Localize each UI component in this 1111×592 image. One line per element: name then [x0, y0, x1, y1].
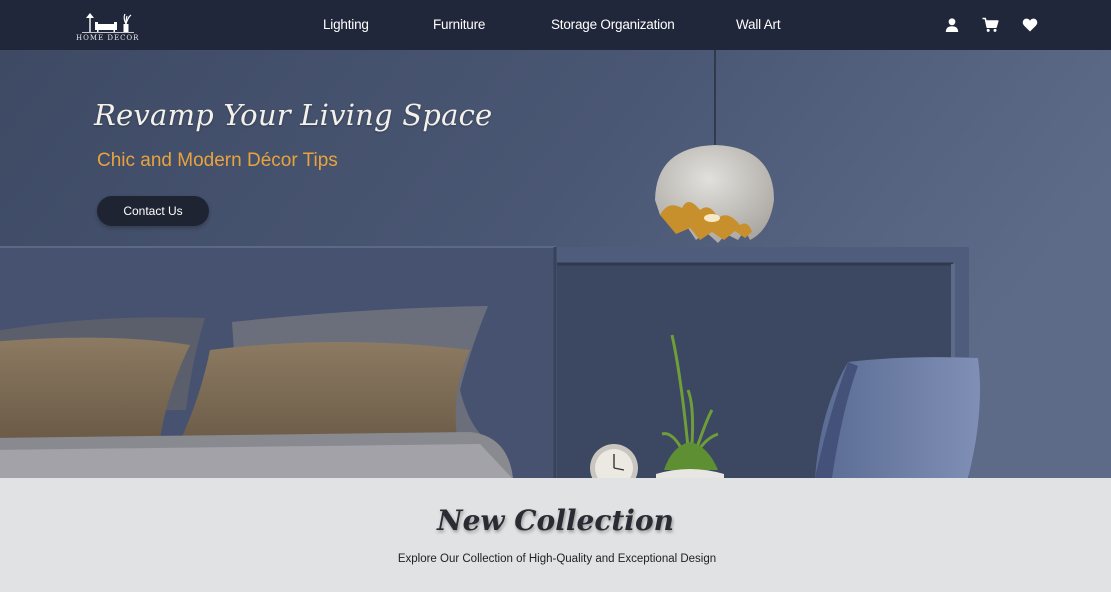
nav-link-storage-organization[interactable]: Storage Organization: [551, 17, 675, 32]
logo-text: HOME DECOR: [76, 34, 140, 42]
hero-subtitle: Chic and Modern Décor Tips: [97, 150, 338, 171]
nav-link-lighting[interactable]: Lighting: [323, 17, 369, 32]
cart-icon[interactable]: [982, 17, 999, 33]
brand-logo[interactable]: HOME DECOR: [76, 12, 138, 46]
contact-us-button[interactable]: Contact Us: [97, 196, 209, 226]
hero-banner: Revamp Your Living Space Chic and Modern…: [0, 50, 1111, 478]
new-collection-section: New Collection Explore Our Collection of…: [0, 478, 1111, 592]
navbar: HOME DECOR Lighting Furniture Storage Or…: [0, 0, 1111, 50]
heart-icon[interactable]: [1022, 17, 1038, 33]
collection-subtitle: Explore Our Collection of High-Quality a…: [397, 553, 717, 565]
nav-link-wall-art[interactable]: Wall Art: [736, 17, 781, 32]
user-icon[interactable]: [944, 17, 960, 33]
logo-furniture-icon: [82, 13, 134, 33]
nav-link-furniture[interactable]: Furniture: [433, 17, 485, 32]
collection-title: New Collection: [437, 504, 674, 537]
hero-title: Revamp Your Living Space: [94, 98, 493, 132]
